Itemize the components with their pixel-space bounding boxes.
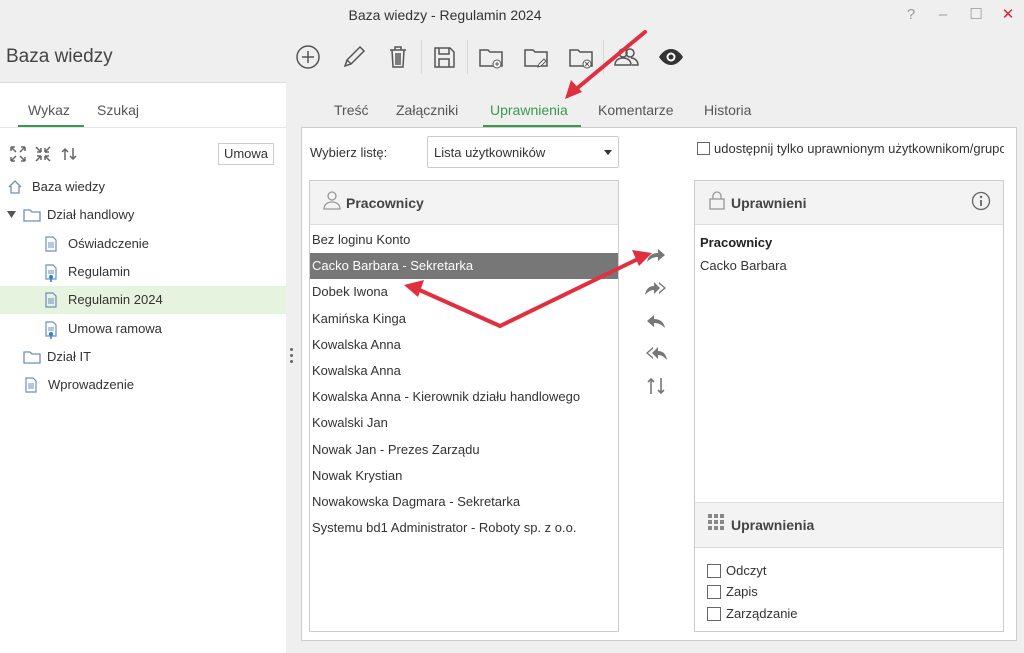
annotation-arrow-tab (573, 30, 647, 92)
annotation-arrows (404, 30, 652, 329)
annotation-arrow-move (413, 256, 642, 329)
